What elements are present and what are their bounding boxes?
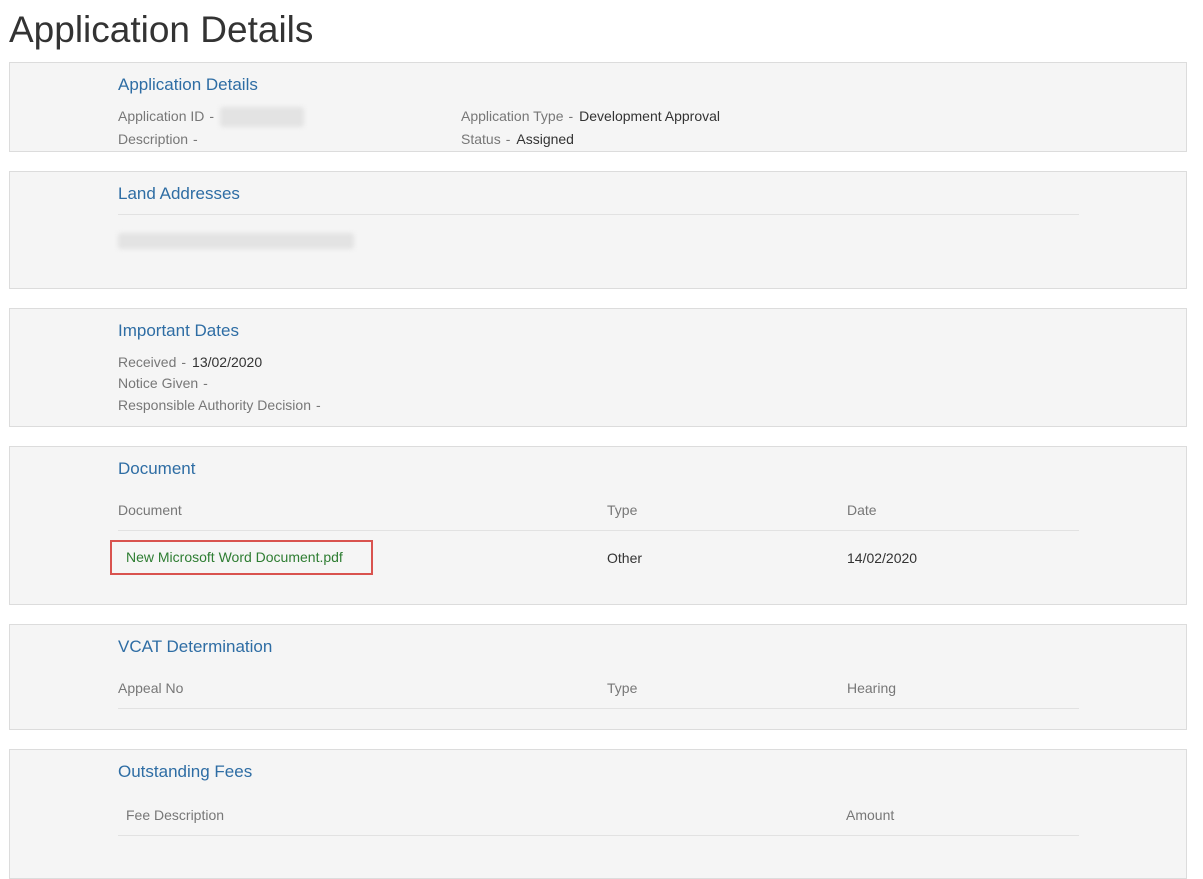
vcat-determination-title: VCAT Determination [118,637,273,656]
document-type-cell: Other [607,550,643,566]
important-dates-title: Important Dates [118,321,239,340]
received-label: Received [118,354,177,370]
column-header-fee-description: Fee Description [126,807,225,823]
application-type-value: Development Approval [579,108,721,124]
separator: - [181,354,187,370]
received-row: Received -13/02/2020 [118,352,262,372]
separator: - [209,108,215,124]
column-header-type: Type [607,680,638,696]
status-value: Assigned [516,131,574,147]
separator: - [505,131,511,147]
outstanding-fees-card: Outstanding Fees Fee Description Amount [9,749,1187,879]
column-header-appeal-no: Appeal No [118,680,184,696]
column-header-amount: Amount [846,807,895,823]
notice-given-label: Notice Given [118,375,199,391]
authority-decision-row: Responsible Authority Decision - [118,395,327,415]
page-title: Application Details [9,9,314,50]
land-address-redacted [118,233,354,249]
document-card: Document Document Type Date New Microsof… [9,446,1187,605]
vcat-determination-card: VCAT Determination Appeal No Type Hearin… [9,624,1187,730]
application-details-title: Application Details [118,75,258,94]
separator: - [316,397,321,413]
separator: - [193,131,198,147]
column-header-document: Document [118,502,182,518]
outstanding-fees-title: Outstanding Fees [118,762,253,781]
document-link[interactable]: New Microsoft Word Document.pdf [110,540,373,575]
important-dates-card: Important Dates Received -13/02/2020 Noti… [9,308,1187,427]
application-type-label: Application Type [461,108,564,124]
divider [118,708,1079,709]
status-label: Status [461,131,501,147]
divider [118,214,1079,215]
column-header-hearing: Hearing [847,680,897,696]
column-header-type: Type [607,502,638,518]
column-header-date: Date [847,502,877,518]
description-row: Description - [118,129,204,149]
application-type-row: Application Type - Development Approval [461,106,720,126]
application-details-card: Application Details Application ID - Desc… [9,62,1187,152]
divider [118,530,1079,531]
application-id-row: Application ID - [118,106,305,128]
authority-decision-label: Responsible Authority Decision [118,397,311,413]
document-title: Document [118,459,196,478]
divider [118,835,1079,836]
description-label: Description [118,131,189,147]
application-id-value-redacted [220,107,305,128]
document-date-cell: 14/02/2020 [847,550,918,566]
land-addresses-title: Land Addresses [118,184,240,203]
application-id-label: Application ID [118,108,205,124]
separator: - [203,375,208,391]
received-value: 13/02/2020 [192,354,263,370]
separator: - [568,108,574,124]
land-addresses-card: Land Addresses [9,171,1187,289]
status-row: Status - Assigned [461,129,574,149]
notice-given-row: Notice Given - [118,373,214,393]
